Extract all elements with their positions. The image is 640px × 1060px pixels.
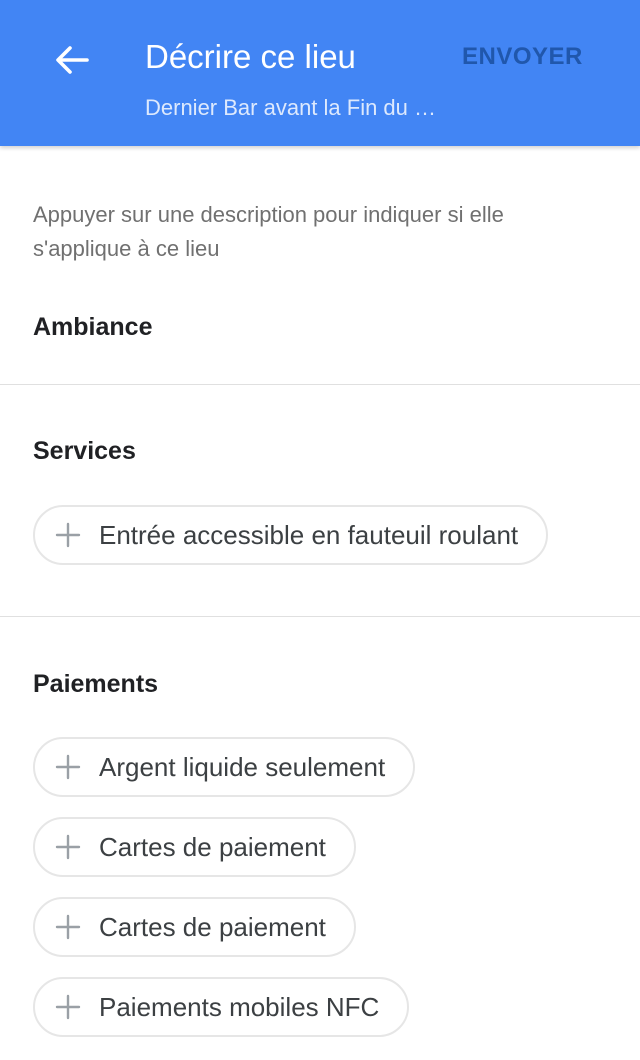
section-title-services: Services bbox=[33, 437, 136, 465]
chip-label: Cartes de paiement bbox=[99, 911, 326, 942]
chip-wheelchair-accessible-entrance[interactable]: Entrée accessible en fauteuil roulant bbox=[33, 505, 549, 565]
plus-icon bbox=[55, 914, 81, 940]
chip-payment-cards[interactable]: Cartes de paiement bbox=[33, 817, 356, 877]
back-button[interactable] bbox=[40, 36, 104, 84]
chip-label: Paiements mobiles NFC bbox=[99, 991, 380, 1022]
chip-cash-only[interactable]: Argent liquide seulement bbox=[33, 737, 416, 797]
chip-payment-cards[interactable]: Cartes de paiement bbox=[33, 897, 356, 957]
chip-nfc-mobile-payments[interactable]: Paiements mobiles NFC bbox=[33, 977, 410, 1037]
instruction-text: Appuyer sur une description pour indique… bbox=[33, 202, 504, 261]
chip-label: Argent liquide seulement bbox=[99, 751, 386, 782]
chip-label: Entrée accessible en fauteuil roulant bbox=[99, 519, 519, 550]
plus-icon bbox=[55, 994, 81, 1020]
plus-icon bbox=[55, 834, 81, 860]
app-bar: Décrire ce lieu Dernier Bar avant la Fin… bbox=[0, 0, 640, 146]
divider bbox=[0, 384, 640, 385]
arrow-left-icon bbox=[56, 46, 89, 74]
plus-icon bbox=[55, 522, 81, 548]
page-title: Décrire ce lieu bbox=[145, 38, 356, 75]
send-button[interactable]: ENVOYER bbox=[450, 30, 595, 84]
place-name-subtitle: Dernier Bar avant la Fin du … bbox=[145, 95, 437, 120]
section-title-payments: Paiements bbox=[33, 670, 159, 698]
divider bbox=[0, 616, 640, 617]
chip-label: Cartes de paiement bbox=[99, 831, 326, 862]
plus-icon bbox=[55, 754, 81, 780]
section-title-ambiance: Ambiance bbox=[33, 313, 153, 341]
